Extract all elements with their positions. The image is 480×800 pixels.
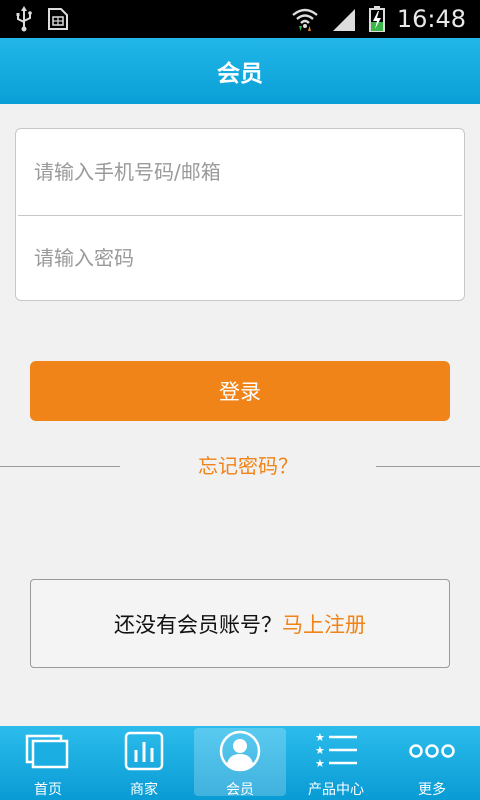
more-icon [409,744,455,758]
app-header: 会员 [0,38,480,104]
svg-text:★: ★ [315,757,325,770]
status-bar: 16:48 [0,0,480,38]
register-box: 还没有会员账号？ 马上注册 [30,579,450,668]
nav-label-products: 产品中心 [308,782,364,798]
bottom-nav: 首页 商家 会员 ★ ★ ★ 产品中心 更多 [0,726,480,800]
login-button[interactable]: 登录 [30,361,450,421]
password-input[interactable] [34,238,464,278]
signal-icon [332,9,355,31]
svg-text:★: ★ [315,744,325,757]
nav-item-home[interactable]: 首页 [0,726,96,800]
product-list-icon: ★ ★ ★ [315,731,357,770]
status-left [14,6,70,32]
usb-icon [16,6,32,32]
phone-field-row [16,129,464,215]
login-card [15,128,465,301]
nav-item-member[interactable]: 会员 [192,726,288,800]
nav-label-merchant: 商家 [130,782,158,798]
nav-item-products[interactable]: ★ ★ ★ 产品中心 [288,726,384,800]
wifi-icon [292,8,318,31]
battery-charging-icon [368,6,385,32]
nav-item-more[interactable]: 更多 [384,726,480,800]
register-link[interactable]: 马上注册 [282,609,366,639]
divider-left [0,466,120,467]
nav-label-member: 会员 [226,782,254,798]
nav-label-more: 更多 [418,782,446,798]
page-title: 会员 [217,61,263,87]
phone-email-input[interactable] [34,152,464,192]
password-field-row [16,215,464,300]
home-icon [25,734,69,769]
sim-card-icon [48,8,68,30]
forgot-password-link[interactable]: 忘记密码？ [120,450,376,482]
status-right: 16:48 [291,5,466,33]
member-icon [219,730,261,772]
svg-text:★: ★ [315,731,325,744]
nav-item-merchant[interactable]: 商家 [96,726,192,800]
register-prompt: 还没有会员账号？ [114,612,282,637]
merchant-icon [124,731,164,771]
nav-label-home: 首页 [34,782,62,798]
divider-right [376,466,480,467]
status-time: 16:48 [396,5,466,33]
